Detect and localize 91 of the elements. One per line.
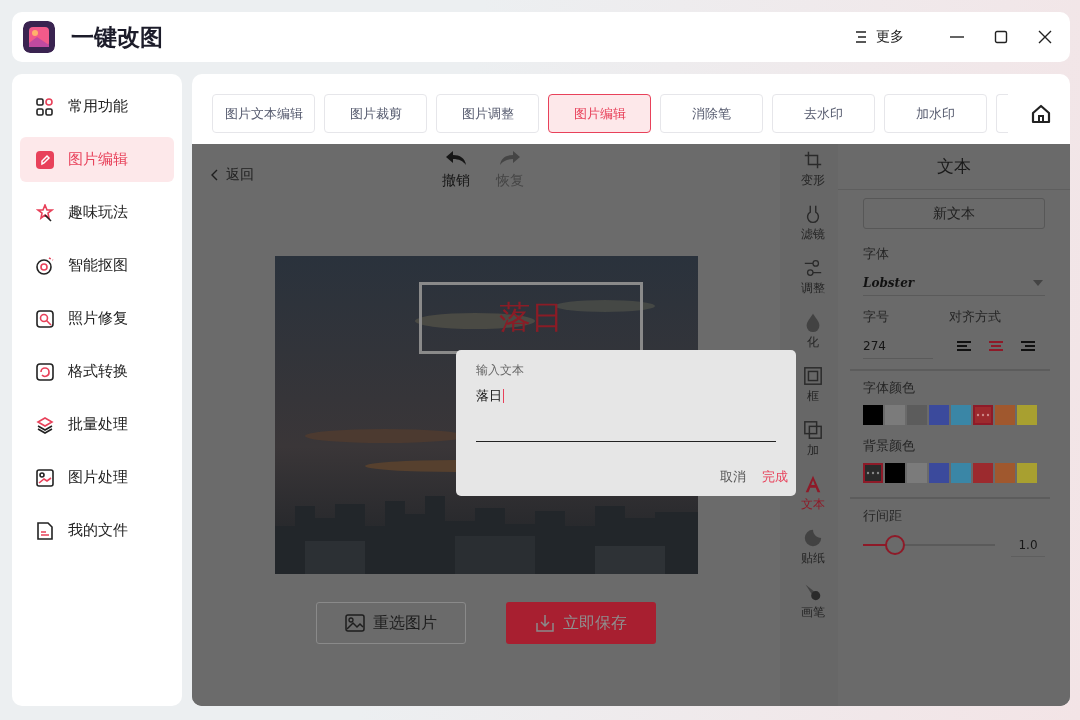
menu-icon: [854, 30, 868, 44]
color-swatch[interactable]: [929, 405, 949, 425]
sidebar-item[interactable]: 我的文件: [20, 508, 174, 553]
tab[interactable]: 图片文本编辑: [212, 94, 315, 133]
wand-icon: [36, 203, 54, 222]
color-swatch[interactable]: [863, 405, 883, 425]
brush-icon: [803, 582, 823, 602]
layers-icon: [36, 415, 54, 434]
tab[interactable]: 图片裁剪: [324, 94, 427, 133]
tab[interactable]: 消除笔: [660, 94, 763, 133]
chevron-left-icon: [210, 169, 218, 181]
dialog-label: 输入文本: [476, 362, 525, 379]
edit-icon: [36, 150, 54, 169]
sidebar-item[interactable]: 格式转换: [20, 349, 174, 394]
tool-button[interactable]: 调整: [788, 258, 838, 297]
home-icon[interactable]: [1031, 103, 1051, 124]
new-text-button[interactable]: 新文本: [863, 198, 1045, 229]
align-center-icon[interactable]: [989, 341, 1003, 351]
align-right-icon[interactable]: [1021, 341, 1035, 351]
color-swatch[interactable]: [995, 463, 1015, 483]
sidebar-item[interactable]: 智能抠图: [20, 243, 174, 288]
color-swatch[interactable]: [995, 405, 1015, 425]
undo-button[interactable]: 撤销: [442, 150, 470, 190]
color-swatch[interactable]: [951, 405, 971, 425]
tool-button[interactable]: 变形: [788, 150, 838, 189]
tab[interactable]: 图片编辑: [548, 94, 651, 133]
image-icon: [36, 468, 54, 487]
close-icon[interactable]: [1038, 30, 1052, 44]
dropdown-caret-icon: [1033, 280, 1043, 286]
cancel-button[interactable]: 取消: [720, 468, 746, 486]
align-left-icon[interactable]: [957, 341, 971, 351]
field-label: 字号: [863, 308, 890, 326]
sidebar-item[interactable]: 趣味玩法: [20, 190, 174, 235]
download-icon: [535, 613, 555, 633]
slider-thumb[interactable]: [884, 535, 905, 555]
target-icon: [36, 256, 54, 275]
sticker-icon: [803, 528, 823, 548]
sidebar-item[interactable]: 批量处理: [20, 402, 174, 447]
tool-button[interactable]: 滤镜: [788, 204, 838, 243]
color-swatch[interactable]: [929, 463, 949, 483]
color-swatch[interactable]: [1017, 463, 1037, 483]
reselect-button[interactable]: 重选图片: [316, 602, 466, 644]
font-select[interactable]: Lobster: [863, 271, 1045, 296]
tab[interactable]: [996, 94, 1008, 133]
field-label: 背景颜色: [863, 437, 916, 455]
overlay-icon: [803, 420, 823, 440]
tool-button[interactable]: 画笔: [788, 582, 838, 621]
field-label: 行间距: [863, 507, 903, 525]
color-swatch[interactable]: [1017, 405, 1037, 425]
sidebar-item[interactable]: 图片编辑: [20, 137, 174, 182]
redo-arrow-icon: [498, 150, 522, 168]
crop-icon: [803, 150, 823, 170]
field-label: 对齐方式: [949, 308, 1002, 326]
frame-icon: [803, 366, 823, 386]
color-swatch[interactable]: [863, 463, 883, 483]
sidebar-item[interactable]: 常用功能: [20, 84, 174, 129]
file-icon: [36, 521, 54, 540]
repair-icon: [36, 309, 54, 328]
color-swatch[interactable]: [973, 405, 993, 425]
maximize-icon[interactable]: [994, 30, 1008, 44]
tool-button[interactable]: 框: [788, 366, 838, 405]
text-icon: [803, 474, 823, 494]
more-button[interactable]: 更多: [854, 28, 904, 46]
tool-button[interactable]: 化: [788, 312, 838, 351]
dots-icon: [866, 471, 880, 475]
color-swatch[interactable]: [973, 463, 993, 483]
sidebar-item[interactable]: 照片修复: [20, 296, 174, 341]
font-size-field[interactable]: 274: [863, 334, 933, 359]
tab[interactable]: 图片调整: [436, 94, 539, 133]
grid-icon: [36, 97, 54, 116]
sidebar-item[interactable]: 图片处理: [20, 455, 174, 500]
panel-title: 文本: [838, 144, 1070, 190]
text-input-field[interactable]: 落日: [476, 387, 776, 442]
tool-button[interactable]: 加: [788, 420, 838, 459]
tab[interactable]: 去水印: [772, 94, 875, 133]
app-title: 一键改图: [71, 22, 163, 52]
image-icon: [345, 614, 365, 632]
field-label: 字体: [863, 245, 890, 263]
tool-button[interactable]: 贴纸: [788, 528, 838, 567]
confirm-button[interactable]: 完成: [762, 468, 788, 486]
adjust-icon: [803, 258, 823, 278]
save-button[interactable]: 立即保存: [506, 602, 656, 644]
convert-icon: [36, 362, 54, 381]
field-label: 字体颜色: [863, 379, 916, 397]
back-button[interactable]: 返回: [210, 166, 254, 184]
color-swatch[interactable]: [885, 463, 905, 483]
line-spacing-value: 1.0: [1011, 533, 1045, 557]
color-swatch[interactable]: [951, 463, 971, 483]
dots-icon: [976, 413, 990, 417]
tab[interactable]: 加水印: [884, 94, 987, 133]
app-logo-icon: [23, 21, 55, 53]
